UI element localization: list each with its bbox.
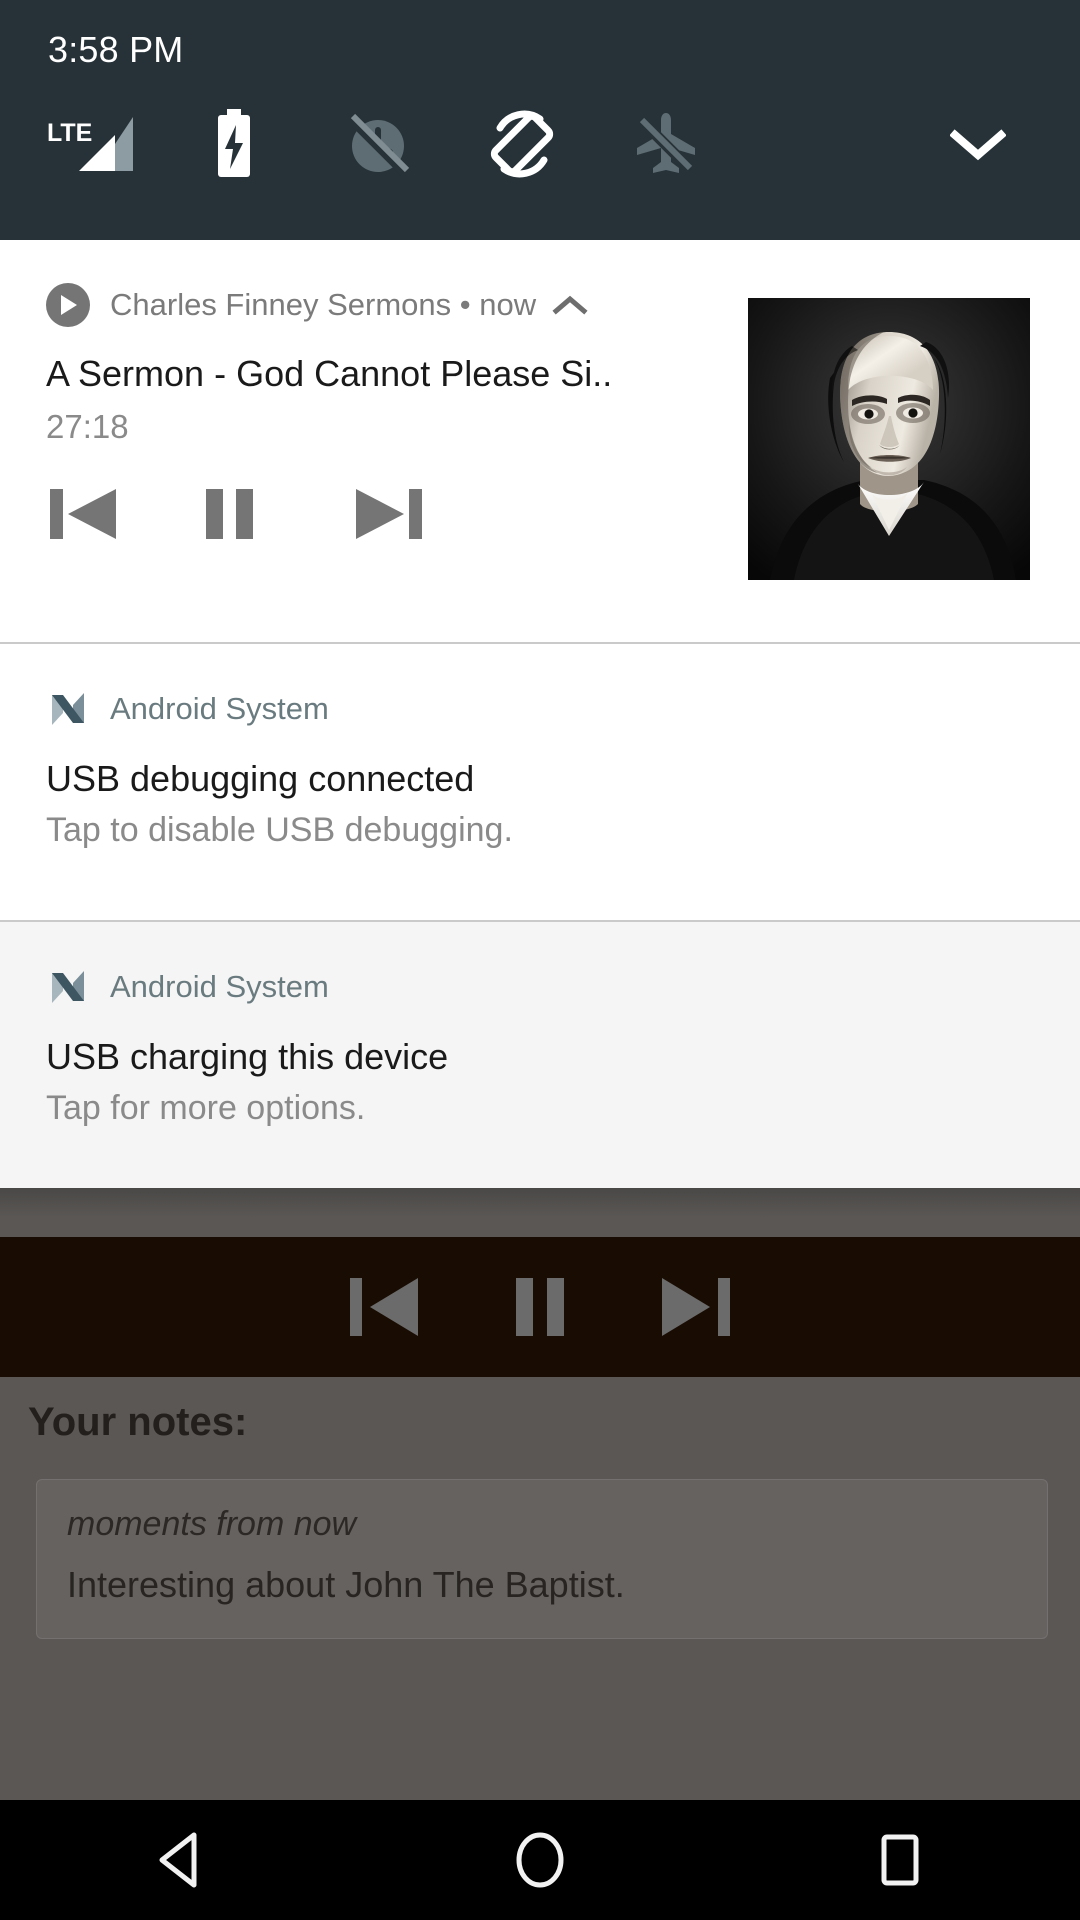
notification-usb-charging[interactable]: Android System USB charging this device … bbox=[0, 922, 1080, 1198]
play-circle-icon bbox=[46, 283, 90, 327]
app-media-bar bbox=[0, 1237, 1080, 1377]
battery-charging-icon bbox=[186, 108, 282, 180]
android-system-icon bbox=[46, 965, 90, 1009]
status-bar-clock: 3:58 PM bbox=[48, 29, 184, 70]
media-notification[interactable]: Charles Finney Sermons • now A Sermon - … bbox=[0, 240, 1080, 642]
note-card[interactable]: moments from now Interesting about John … bbox=[36, 1479, 1048, 1639]
next-button[interactable] bbox=[646, 1259, 742, 1355]
notification-title: USB charging this device bbox=[46, 1036, 449, 1077]
notification-header: Android System bbox=[46, 688, 1080, 730]
android-system-icon bbox=[46, 687, 90, 731]
pause-button[interactable] bbox=[492, 1259, 588, 1355]
notes-section: Your notes: moments from now Interesting… bbox=[0, 1377, 1080, 1800]
notification-app-name: Android System bbox=[110, 969, 329, 1004]
media-app-name-text: Charles Finney Sermons bbox=[110, 287, 452, 322]
notification-header: Android System bbox=[46, 966, 1080, 1008]
note-timestamp: moments from now bbox=[67, 1505, 357, 1543]
media-timestamp: now bbox=[479, 287, 537, 322]
notification-title: USB debugging connected bbox=[46, 758, 475, 799]
pause-button[interactable] bbox=[198, 476, 288, 552]
album-art bbox=[748, 298, 1030, 580]
home-button[interactable] bbox=[470, 1800, 610, 1920]
app-behind-scrim: Your notes: moments from now Interesting… bbox=[0, 1188, 1080, 1800]
next-button[interactable] bbox=[350, 476, 440, 552]
status-bar-icon-row: LTE bbox=[0, 108, 1080, 188]
notification-body: Tap to disable USB debugging. bbox=[46, 811, 513, 849]
media-app-name: Charles Finney Sermons • now bbox=[110, 284, 536, 326]
chevron-up-icon[interactable] bbox=[552, 293, 588, 317]
notification-body: Tap for more options. bbox=[46, 1089, 366, 1127]
back-button[interactable] bbox=[110, 1800, 250, 1920]
scrim-gradient bbox=[0, 1188, 1080, 1237]
previous-button[interactable] bbox=[338, 1259, 434, 1355]
notification-usb-debugging[interactable]: Android System USB debugging connected T… bbox=[0, 644, 1080, 920]
status-bar: 3:58 PM LTE bbox=[0, 0, 1080, 240]
screen-rotation-icon bbox=[474, 108, 570, 180]
notes-heading: Your notes: bbox=[28, 1400, 248, 1444]
notification-app-name: Android System bbox=[110, 691, 329, 726]
notification-shade: Charles Finney Sermons • now A Sermon - … bbox=[0, 240, 1080, 1198]
svg-text:LTE: LTE bbox=[47, 119, 92, 147]
recents-button[interactable] bbox=[830, 1800, 970, 1920]
alarm-off-icon bbox=[330, 108, 426, 180]
previous-button[interactable] bbox=[46, 476, 136, 552]
note-text: Interesting about John The Baptist. bbox=[67, 1564, 625, 1605]
lte-signal-icon: LTE bbox=[42, 108, 138, 180]
navigation-bar bbox=[0, 1800, 1080, 1920]
phone-screen: 3:58 PM LTE Charles Finney Sermons • now… bbox=[0, 0, 1080, 1920]
media-header-separator: • bbox=[459, 287, 471, 322]
airplane-mode-off-icon bbox=[618, 108, 714, 180]
chevron-down-icon[interactable] bbox=[930, 108, 1026, 180]
